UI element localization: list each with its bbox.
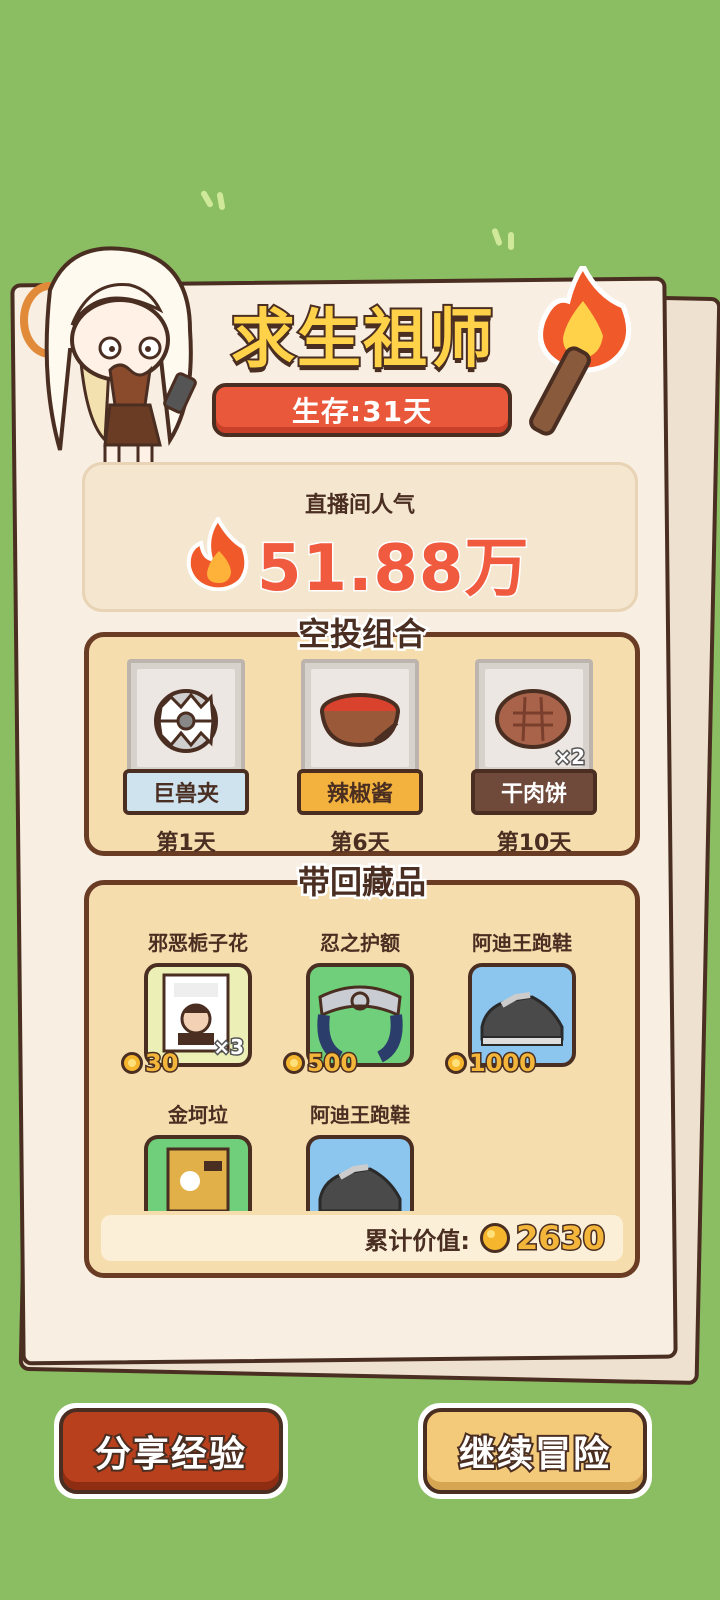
collection-price-value: 500: [305, 1048, 358, 1079]
page-title: 求生祖师: [229, 301, 495, 379]
total-label: 累计价值:: [364, 1226, 470, 1255]
sparkle-decoration: [199, 189, 215, 209]
sparkle-decoration: [216, 191, 226, 211]
airdrop-item[interactable]: 巨兽夹 第1天: [123, 659, 249, 856]
total-value-bar: 累计价值: 2630: [101, 1215, 623, 1261]
airdrop-frame: [301, 659, 419, 777]
coin-icon: [283, 1052, 305, 1074]
sneaker-icon: [318, 1164, 402, 1213]
airdrop-day: 第1天: [156, 831, 216, 856]
collection-item-name: 邪恶栀子花: [148, 931, 248, 955]
flame-icon: [186, 517, 249, 591]
sparkle-decoration: [508, 232, 514, 250]
continue-adventure-label: 继续冒险: [423, 1408, 647, 1494]
collection-item[interactable]: 忍之护额 500: [283, 927, 435, 1079]
airdrop-day: 第10天: [496, 831, 572, 856]
collection-price-value: 30: [143, 1048, 179, 1079]
collection-price: 30: [121, 1048, 180, 1079]
fertilizer-bag-icon: [166, 1147, 230, 1213]
coin-icon: [121, 1052, 143, 1074]
sparkle-decoration: [491, 227, 503, 247]
collection-item-name: 忍之护额: [320, 931, 400, 955]
airdrop-name-tag: 辣椒酱: [297, 769, 423, 815]
collection-item-card: [306, 1135, 414, 1213]
coin-icon: [479, 1223, 510, 1253]
collection-title: 带回藏品: [295, 861, 428, 904]
total-value: 2630: [514, 1218, 606, 1259]
collection-item-name: 阿迪王跑鞋: [310, 1103, 410, 1127]
coin-icon: [445, 1052, 467, 1074]
popularity-panel: 直播间人气 51.88万: [82, 462, 638, 612]
airdrop-item[interactable]: 辣椒酱 第6天: [297, 659, 423, 856]
airdrop-frame: ×2: [475, 659, 593, 777]
airdrop-name: 巨兽夹: [152, 782, 219, 807]
airdrop-name-tag: 巨兽夹: [123, 769, 249, 815]
collection-panel: 带回藏品 邪恶栀子花 ×3 30 忍之护额 500 阿迪王跑鞋 1000 金坷垃…: [84, 861, 640, 1278]
airdrop-title: 空投组合: [295, 613, 428, 656]
torch-icon: [529, 266, 632, 436]
trap-icon: [154, 689, 218, 753]
survival-days-text: 生存:31天: [291, 395, 433, 428]
jerky-cake-icon: [495, 689, 571, 749]
popularity-value: 51.88万: [255, 531, 530, 608]
share-experience-button[interactable]: 分享经验: [54, 1403, 288, 1499]
airdrop-name-tag: 干肉饼: [471, 769, 597, 815]
airdrop-frame: [127, 659, 245, 777]
collection-item[interactable]: 阿迪王跑鞋: [285, 1099, 435, 1213]
survival-days-badge: 生存:31天: [212, 383, 512, 437]
airdrop-name: 辣椒酱: [326, 782, 393, 807]
collection-item[interactable]: 邪恶栀子花 ×3 30: [121, 927, 273, 1079]
airdrop-panel: 空投组合 巨兽夹 第1天 辣椒酱 第6天 ×2 干肉饼 第10天: [84, 613, 640, 856]
collection-item[interactable]: 阿迪王跑鞋 1000: [445, 927, 597, 1079]
airdrop-qty: ×2: [553, 744, 587, 771]
collection-item-name: 金坷垃: [168, 1103, 228, 1127]
airdrop-day: 第6天: [330, 831, 390, 856]
share-experience-label: 分享经验: [59, 1408, 283, 1494]
chili-sauce-icon: [320, 693, 400, 748]
collection-item-card: [144, 1135, 252, 1213]
collection-item-name: 阿迪王跑鞋: [472, 931, 572, 955]
character-avatar: [20, 246, 197, 488]
collection-price: 500: [283, 1048, 359, 1079]
airdrop-item[interactable]: ×2 干肉饼 第10天: [471, 659, 597, 856]
collection-price-value: 1000: [468, 1048, 538, 1079]
collection-qty: ×3: [212, 1034, 246, 1061]
continue-adventure-button[interactable]: 继续冒险: [418, 1403, 652, 1499]
collection-price: 1000: [445, 1048, 538, 1079]
collection-item[interactable]: 金坷垃: [123, 1099, 273, 1213]
airdrop-name: 干肉饼: [500, 782, 567, 807]
popularity-label: 直播间人气: [304, 493, 415, 518]
